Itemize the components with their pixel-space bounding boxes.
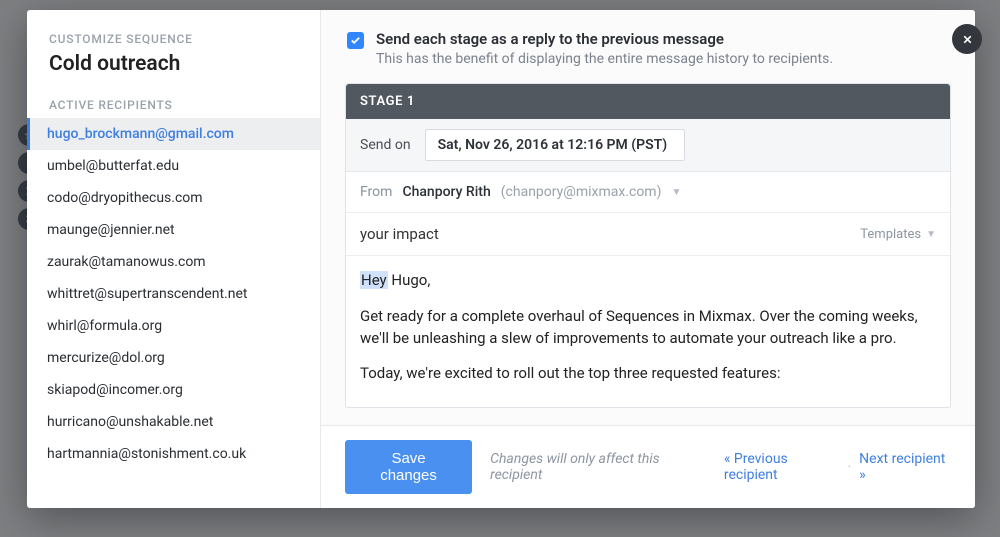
- recipient-item[interactable]: hartmannia@stonishment.co.uk: [27, 438, 320, 470]
- footer-hint: Changes will only affect this recipient: [490, 451, 706, 483]
- recipient-item[interactable]: hugo_brockmann@gmail.com: [27, 118, 320, 150]
- modal-main: Send each stage as a reply to the previo…: [321, 10, 975, 508]
- reply-option-title: Send each stage as a reply to the previo…: [376, 30, 833, 48]
- recipient-item[interactable]: maunge@jennier.net: [27, 214, 320, 246]
- send-on-input[interactable]: Sat, Nov 26, 2016 at 12:16 PM (PST): [425, 129, 685, 161]
- recipient-item[interactable]: whittret@supertranscendent.net: [27, 278, 320, 310]
- reply-option-desc: This has the benefit of displaying the e…: [376, 51, 833, 67]
- body-highlight: Hey: [360, 271, 388, 289]
- close-icon[interactable]: [952, 24, 982, 54]
- templates-dropdown[interactable]: Templates ▼: [860, 227, 936, 242]
- send-on-label: Send on: [360, 137, 411, 153]
- recipient-item[interactable]: hurricano@unshakable.net: [27, 406, 320, 438]
- subject-input[interactable]: your impact: [360, 225, 439, 243]
- chevron-down-icon: ▼: [926, 229, 936, 240]
- modal-sidebar: CUSTOMIZE SEQUENCE Cold outreach ACTIVE …: [27, 10, 321, 508]
- from-label: From: [360, 184, 392, 200]
- recipient-item[interactable]: skiapod@incomer.org: [27, 374, 320, 406]
- recipient-item[interactable]: whirl@formula.org: [27, 310, 320, 342]
- from-row[interactable]: From Chanpory Rith (chanpory@mixmax.com)…: [346, 172, 950, 213]
- body-paragraph: Get ready for a complete overhaul of Seq…: [360, 306, 936, 350]
- from-email: (chanpory@mixmax.com): [501, 184, 662, 200]
- customize-sequence-modal: CUSTOMIZE SEQUENCE Cold outreach ACTIVE …: [27, 10, 975, 508]
- nav-separator: ·: [848, 459, 852, 475]
- email-body-editor[interactable]: Hey Hugo, Get ready for a complete overh…: [346, 256, 950, 407]
- recipient-item[interactable]: mercurize@dol.org: [27, 342, 320, 374]
- recipient-item[interactable]: zaurak@tamanowus.com: [27, 246, 320, 278]
- previous-recipient-link[interactable]: « Previous recipient: [724, 451, 840, 483]
- recipients-list: hugo_brockmann@gmail.comumbel@butterfat.…: [27, 118, 320, 470]
- customize-label: CUSTOMIZE SEQUENCE: [49, 32, 298, 46]
- next-recipient-link[interactable]: Next recipient »: [859, 451, 951, 483]
- body-greeting: Hugo,: [388, 271, 431, 289]
- modal-footer: Save changes Changes will only affect th…: [321, 425, 975, 508]
- reply-checkbox[interactable]: [347, 32, 364, 49]
- stage-card: STAGE 1 Send on Sat, Nov 26, 2016 at 12:…: [345, 83, 951, 408]
- from-name: Chanpory Rith: [402, 184, 490, 200]
- stage-header: STAGE 1: [346, 84, 950, 119]
- recipient-item[interactable]: umbel@butterfat.edu: [27, 150, 320, 182]
- sequence-title: Cold outreach: [49, 52, 298, 76]
- templates-label: Templates: [860, 227, 921, 242]
- recipient-item[interactable]: codo@dryopithecus.com: [27, 182, 320, 214]
- chevron-down-icon: ▼: [671, 187, 681, 198]
- save-button[interactable]: Save changes: [345, 440, 472, 494]
- body-paragraph: Today, we're excited to roll out the top…: [360, 363, 936, 385]
- active-recipients-label: ACTIVE RECIPIENTS: [49, 98, 298, 112]
